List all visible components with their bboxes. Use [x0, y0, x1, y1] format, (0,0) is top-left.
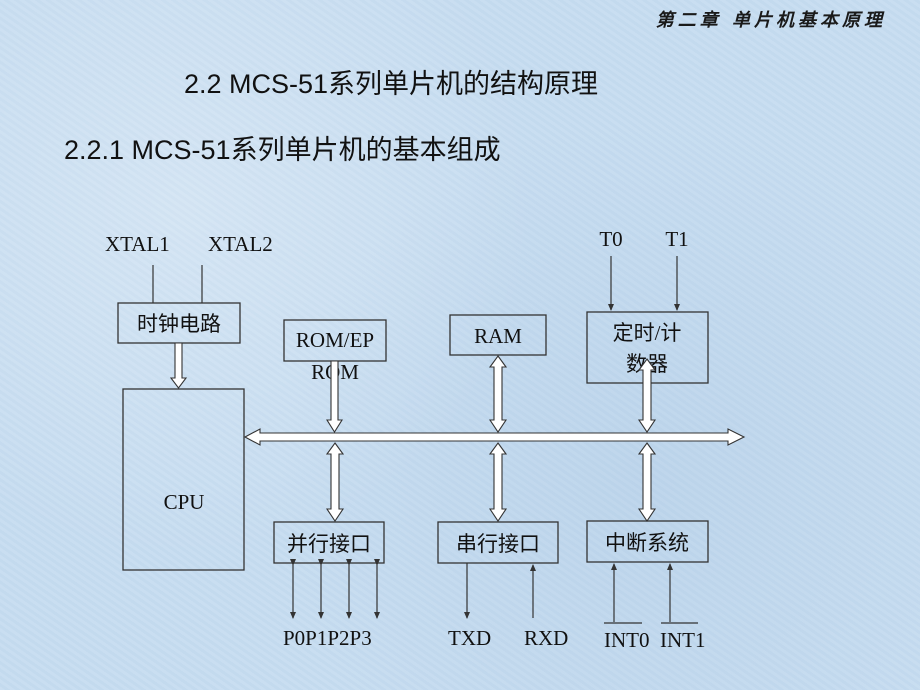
serial-bus-arrow — [488, 442, 508, 522]
clock-to-cpu-arrow — [169, 342, 188, 389]
txd-label: TXD — [448, 626, 491, 650]
port-labels: P0P1P2P3 — [283, 626, 372, 650]
parallel-interface-label: 并行接口 — [287, 532, 371, 556]
system-bus-arrow — [243, 428, 746, 446]
t1-label: T1 — [665, 227, 688, 251]
mcs51-block-diagram: XTAL1 XTAL2 时钟电路 CPU ROM/EP ROM RAM T0 T… — [105, 227, 746, 652]
timer-bus-arrow — [637, 358, 657, 433]
int1-label: INT1 — [660, 628, 706, 652]
ram-bus-arrow — [488, 355, 508, 433]
rom-eprom-label-line1: ROM/EP — [296, 328, 374, 352]
xtal1-label: XTAL1 — [105, 232, 170, 256]
interrupt-system-label: 中断系统 — [605, 531, 689, 555]
t0-label: T0 — [599, 227, 622, 251]
xtal2-label: XTAL2 — [208, 232, 273, 256]
int0-label: INT0 — [604, 628, 650, 652]
cpu-label: CPU — [164, 490, 205, 514]
serial-interface-label: 串行接口 — [456, 532, 540, 556]
ram-label: RAM — [474, 324, 522, 348]
clock-circuit-label: 时钟电路 — [137, 312, 221, 336]
rxd-label: RXD — [524, 626, 568, 650]
parallel-bus-arrow — [325, 442, 345, 522]
cpu-block — [122, 388, 245, 571]
timer-counter-label-line1: 定时/计 — [613, 321, 682, 345]
interrupt-bus-arrow — [637, 442, 657, 522]
